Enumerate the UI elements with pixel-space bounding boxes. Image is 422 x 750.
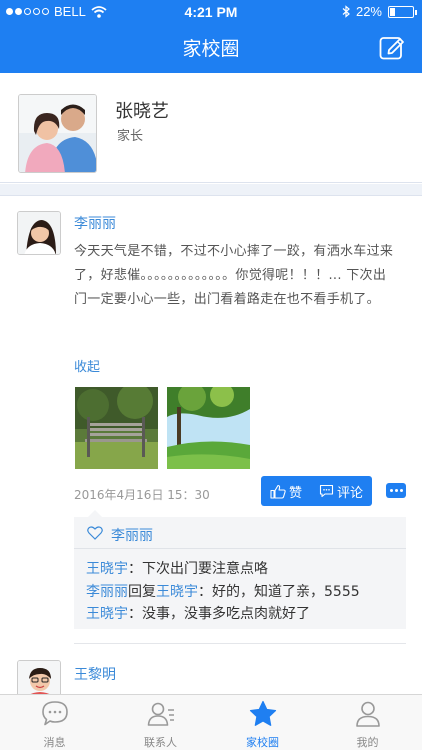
section-divider [0, 184, 422, 196]
tab-me[interactable]: 我的 [315, 695, 420, 750]
collapse-link[interactable]: 收起 [74, 356, 100, 375]
profile-name: 张晓艺 [115, 101, 169, 122]
comment-item[interactable]: 王晓宇：下次出门要注意点咯 [86, 558, 268, 578]
thumbs-up-icon [270, 484, 286, 499]
tab-label: 家校圈 [246, 736, 279, 749]
tab-label: 联系人 [144, 736, 177, 749]
comment-user[interactable]: 李丽丽 [86, 584, 128, 600]
comment-item[interactable]: 王晓宇：没事，没事多吃点肉就好了 [86, 603, 310, 623]
tab-contacts[interactable]: 联系人 [108, 695, 213, 750]
profile-role: 家长 [117, 129, 144, 144]
bluetooth-icon [342, 5, 350, 18]
tab-label: 消息 [43, 736, 66, 749]
comment-user[interactable]: 王晓宇 [86, 561, 128, 577]
heart-icon [87, 526, 103, 540]
liked-by-name[interactable]: 李丽丽 [111, 525, 153, 545]
compose-icon[interactable] [379, 34, 405, 60]
action-bar: 赞 评论 [261, 476, 372, 506]
comment-user[interactable]: 王晓宇 [86, 606, 128, 622]
like-button[interactable]: 赞 [270, 476, 302, 506]
post-image-bench[interactable] [75, 387, 158, 469]
more-options-button[interactable] [386, 483, 406, 498]
comment-text: ：好的，知道了亲，5555 [198, 584, 360, 600]
comment-reply-word: 回复 [128, 584, 156, 600]
avatar[interactable] [18, 94, 97, 173]
comment-reply-to[interactable]: 王晓宇 [156, 584, 198, 600]
comment-label: 评论 [337, 485, 364, 501]
likes-row: 李丽丽 [74, 517, 406, 549]
post-author-name[interactable]: 王黎明 [74, 664, 116, 684]
star-icon [249, 700, 277, 726]
comment-icon [319, 484, 334, 498]
comment-text: ：没事，没事多吃点肉就好了 [128, 606, 310, 622]
tab-home-school[interactable]: 家校圈 [210, 695, 315, 750]
post-timestamp: 2016年4月16日 15：30 [74, 488, 210, 502]
profile-card[interactable]: 张晓艺 家长 [0, 80, 422, 183]
post-author-name[interactable]: 李丽丽 [74, 213, 116, 233]
comment-button[interactable]: 评论 [319, 476, 363, 506]
person-icon [356, 701, 380, 727]
contacts-icon [147, 702, 174, 726]
bottom-tab-bar: 消息 联系人 家校圈 我的 [0, 694, 422, 750]
status-bar: BELL 4:21 PM 22% [0, 0, 422, 24]
post-content: 今天天气是不错，不过不小心摔了一跤，有洒水车过来了，好悲催。。。。。。。。。。。… [74, 244, 394, 307]
comment-text: ：下次出门要注意点咯 [128, 561, 268, 577]
battery-percent: 22% [355, 4, 382, 19]
top-nav-bar: BELL 4:21 PM 22% 家校圈 [0, 0, 422, 73]
comment-section: 李丽丽 王晓宇：下次出门要注意点咯 李丽丽回复王晓宇：好的，知道了亲，5555 … [74, 510, 406, 629]
post-image-landscape[interactable] [167, 387, 250, 469]
chat-bubble-icon [42, 701, 68, 726]
comment-item[interactable]: 李丽丽回复王晓宇：好的，知道了亲，5555 [86, 581, 360, 601]
post-separator [74, 643, 406, 644]
page-title: 家校圈 [182, 38, 240, 60]
tab-messages[interactable]: 消息 [2, 695, 107, 750]
battery-icon [388, 5, 417, 18]
post-author-avatar[interactable] [17, 211, 61, 255]
like-label: 赞 [289, 485, 303, 501]
tab-label: 我的 [356, 736, 379, 749]
